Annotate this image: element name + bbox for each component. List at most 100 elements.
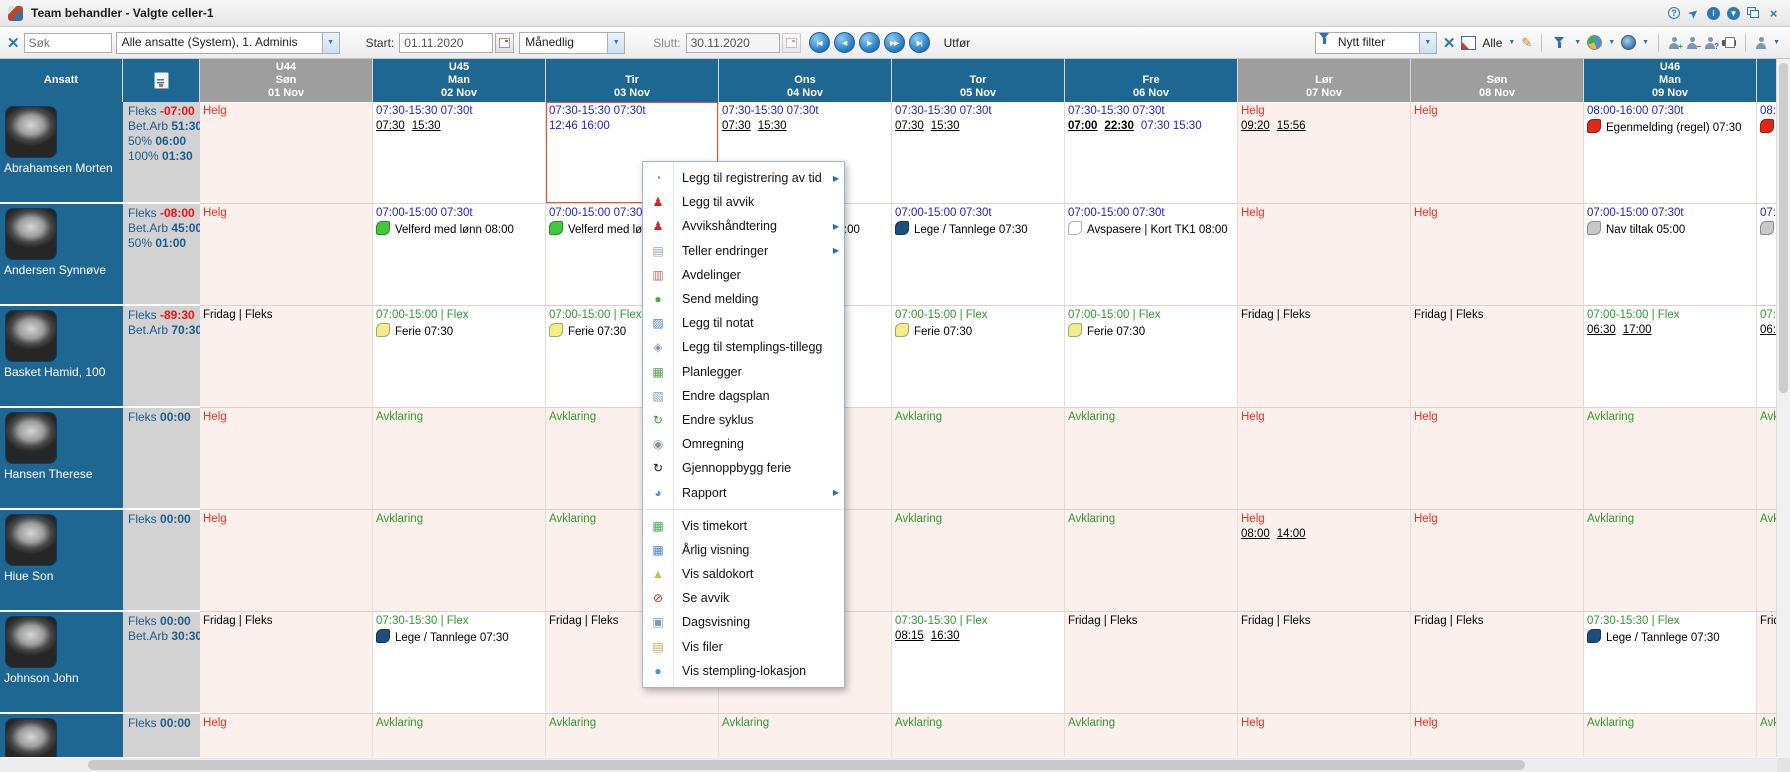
menu-item-endre-syklus[interactable]: ↻ Endre syklus [643, 408, 844, 432]
day-cell[interactable]: 07:00-15:00 | Flex06:3017:00 [1584, 306, 1757, 408]
day-cell[interactable]: Fridag | Fleks [1411, 306, 1584, 408]
menu-item-se-avvik[interactable]: ⊘ Se avvik [643, 586, 844, 610]
employee-cell[interactable]: Hansen Therese [0, 408, 123, 510]
cascade-windows-icon[interactable] [1747, 6, 1760, 20]
day-cell[interactable]: Fridag | Fleks [200, 612, 373, 714]
day-cell[interactable]: Avklaring [373, 714, 546, 757]
day-cell[interactable]: 07:00-15:00 | FlexFerie 07:30 [892, 306, 1065, 408]
column-header-ons-04-nov[interactable]: Ons 04 Nov [719, 59, 892, 102]
day-cell[interactable]: 07:30-15:30 | Flex Lege / Tannlege 07:30 [1584, 612, 1757, 714]
day-cell[interactable]: 07:30-15:30 07:30t 07:30 15:30 [373, 102, 546, 204]
menu-item-omregning[interactable]: ◉ Omregning [643, 432, 844, 456]
day-cell[interactable]: 07:30-15:30 | Flex 08:15 16:30 [892, 612, 1065, 714]
search-input[interactable] [23, 32, 112, 53]
edit-pencil-icon[interactable]: ✎ [1521, 35, 1532, 51]
menu-item-planlegger[interactable]: ▦ Planlegger [643, 360, 844, 384]
employee-cell[interactable]: Abrahamsen Morten [0, 102, 123, 204]
add-person-icon[interactable]: + [1668, 36, 1683, 51]
day-cell[interactable]: Avklaring [892, 510, 1065, 612]
menu-item-teller-endringer[interactable]: ▤ Teller endringer ▶ [643, 239, 844, 263]
next-period-button[interactable]: ▶▶ [883, 32, 905, 53]
day-cell[interactable]: Helg [1238, 714, 1411, 757]
day-cell[interactable]: 07:30-15:30 07:30t 07:00 22:30 07:30 15:30 [1065, 102, 1238, 204]
print-icon[interactable] [1722, 37, 1737, 48]
day-cell[interactable]: Helg [1238, 204, 1411, 306]
day-cell[interactable]: Avklaring [719, 714, 892, 757]
menu-item-vis-stempling-lokasjon[interactable]: ● Vis stempling-lokasjon [643, 659, 844, 683]
chart-pie-icon[interactable] [1587, 35, 1603, 50]
day-cell[interactable]: Helg [200, 714, 373, 757]
day-cell[interactable]: 07:00-15:00 | FlexFerie 07:30 [1065, 306, 1238, 408]
day-cell[interactable]: Helg [1411, 714, 1584, 757]
day-cell[interactable]: Helg [200, 102, 373, 204]
pin-icon[interactable]: ➤ [1684, 4, 1702, 22]
day-cell[interactable]: 07:00-15:00 | Flex06:3017:00 [1757, 306, 1777, 408]
day-cell[interactable]: Fridag | Fleks [1757, 612, 1777, 714]
menu-item-gjennoppbygg-ferie[interactable]: ↻ Gjennoppbygg ferie [643, 456, 844, 480]
menu-item-legg-til-stemplings-tillegg[interactable]: ◈ Legg til stemplings-tillegg [643, 335, 844, 359]
day-cell[interactable]: Avklaring [892, 714, 1065, 757]
horizontal-scrollbar[interactable] [0, 758, 1777, 772]
day-cell[interactable]: Avklaring [373, 408, 546, 510]
day-cell[interactable]: Helg 08:00 14:00 [1238, 510, 1411, 612]
day-cell[interactable]: Helg [1411, 204, 1584, 306]
close-icon[interactable]: × [1767, 6, 1780, 21]
info-icon[interactable]: i [1707, 6, 1720, 20]
day-cell[interactable]: Avklaring [1757, 408, 1777, 510]
day-cell[interactable]: Avklaring [1584, 714, 1757, 757]
employee-cell[interactable]: Hiue Son [0, 510, 123, 612]
chevron-down-icon[interactable]: ▼ [1418, 32, 1436, 53]
column-header-tor-05-nov[interactable]: Tor 05 Nov [892, 59, 1065, 102]
day-cell[interactable]: Helg [200, 204, 373, 306]
day-cell[interactable]: Helg [200, 510, 373, 612]
chevron-down-icon[interactable]: ▼ [321, 32, 339, 53]
horizontal-scrollbar-thumb[interactable] [88, 760, 1525, 770]
execute-button[interactable]: Utfør [944, 36, 971, 50]
day-cell[interactable]: 08:00-16:00 07:30t [1757, 102, 1777, 204]
column-header-fre-06-nov[interactable]: Fre 06 Nov [1065, 59, 1238, 102]
clear-filter-icon[interactable]: ✕ [1443, 34, 1456, 52]
clear-search-icon[interactable]: ✕ [7, 34, 20, 52]
remove-person-icon[interactable]: − [1686, 36, 1701, 51]
person-help-icon[interactable]: ? [1704, 36, 1719, 51]
view-mode-icon[interactable] [1461, 35, 1477, 50]
employee-cell[interactable]: Lasse [0, 714, 123, 757]
day-cell[interactable]: 07:00-15:00 07:30t [1757, 204, 1777, 306]
filter-select[interactable]: Nytt filter ▼ [1314, 31, 1437, 54]
menu-item-legg-til-registrering-av-tid[interactable]: ◔ Legg til registrering av tid ▶ [643, 166, 844, 190]
export-person-icon[interactable] [1755, 36, 1767, 49]
column-header-tir-03-nov[interactable]: Tir 03 Nov [546, 59, 719, 102]
menu-item-vis-timekort[interactable]: ▦ Vis timekort [643, 514, 844, 538]
day-cell[interactable]: 08:00-16:00 07:30t Egenmelding (regel) 07… [1584, 102, 1757, 204]
start-date-input[interactable] [399, 32, 494, 53]
day-cell[interactable]: Avklaring [546, 714, 719, 757]
current-period-button[interactable]: ▶ [858, 32, 880, 53]
alle-label[interactable]: Alle [1482, 36, 1502, 50]
day-cell[interactable]: Helg [1411, 102, 1584, 204]
day-cell[interactable]: 07:00-15:00 07:30tVelferd med lønn 08:00 [373, 204, 546, 306]
menu-item-avvikshåndtering[interactable]: ♟ Avvikshåndtering ▶ [643, 214, 844, 238]
column-header-man-09-nov[interactable]: U46 Man 09 Nov [1584, 59, 1757, 102]
day-cell[interactable]: 07:30-15:30 | Flex Lege / Tannlege 07:30 [373, 612, 546, 714]
period-select[interactable]: Månedlig ▼ [519, 31, 626, 54]
chevron-down-icon[interactable]: ▼ [1642, 39, 1649, 46]
day-cell[interactable]: 07:00-15:00 07:30t Avspasere | Kort TK1 0… [1065, 204, 1238, 306]
day-cell[interactable]: Helg [1238, 408, 1411, 510]
vertical-scrollbar[interactable] [1777, 59, 1790, 758]
menu-item-vis-saldokort[interactable]: ▲ Vis saldokort [643, 562, 844, 586]
previous-period-button[interactable]: ◀ [833, 32, 855, 53]
menu-item-årlig-visning[interactable]: ▦ Årlig visning [643, 538, 844, 562]
help-icon[interactable]: ? [1668, 7, 1680, 19]
collapse-icon[interactable]: ▼ [1727, 6, 1740, 20]
globe-icon[interactable] [1621, 35, 1637, 50]
column-header-søn-08-nov[interactable]: Søn 08 Nov [1411, 59, 1584, 102]
day-cell[interactable]: Helg 09:20 15:56 [1238, 102, 1411, 204]
day-cell[interactable]: 07:30-15:30 07:30t 07:30 15:30 [892, 102, 1065, 204]
split-filter-icon[interactable] [1554, 36, 1565, 49]
day-cell[interactable]: Avklaring [892, 408, 1065, 510]
menu-item-send-melding[interactable]: ● Send melding [643, 287, 844, 311]
employee-cell[interactable]: Andersen Synnøve [0, 204, 123, 306]
day-cell[interactable]: Fridag | Fleks [1238, 306, 1411, 408]
chevron-down-icon[interactable]: ▼ [1508, 39, 1515, 46]
column-header-partial[interactable] [1757, 59, 1777, 102]
